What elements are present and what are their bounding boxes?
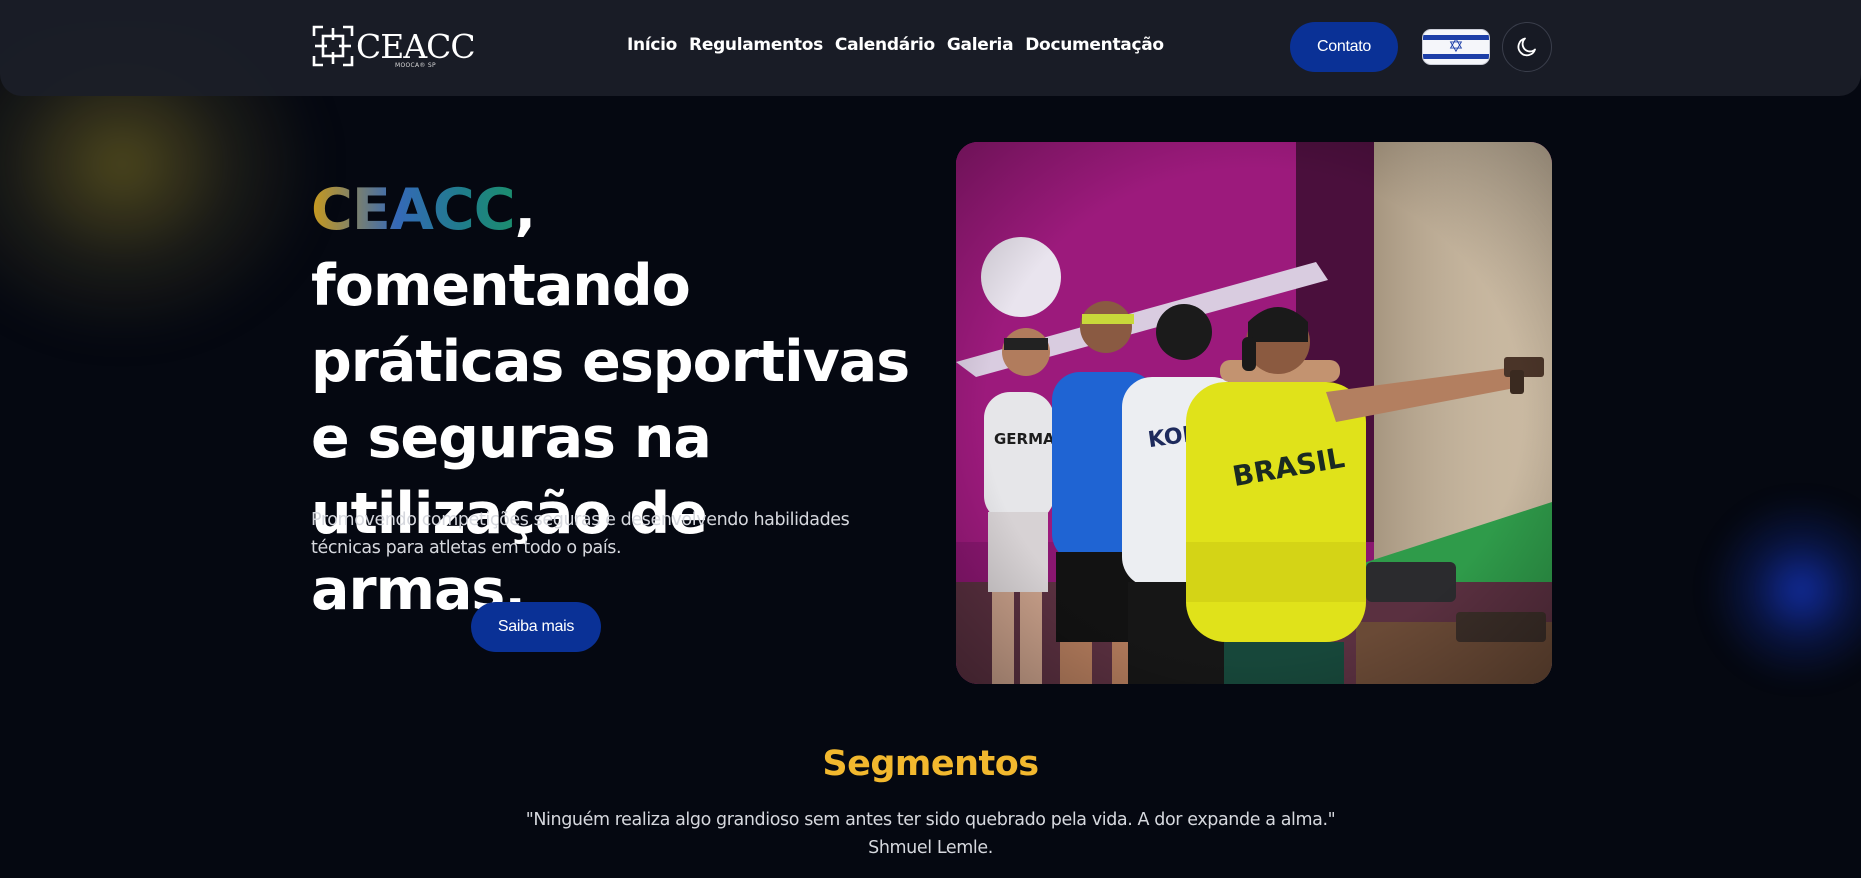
contact-button[interactable]: Contato [1290,22,1398,72]
moon-icon [1517,37,1536,57]
nav-galeria[interactable]: Galeria [947,35,1014,55]
segments-title: Segmentos [822,744,1039,784]
nav-inicio[interactable]: Início [627,35,677,55]
hero-subtitle: Promovendo competições seguras e desenvo… [311,510,850,558]
logo[interactable]: CEACC MOOCA® SP [311,24,476,69]
israel-flag-icon[interactable]: ✡ [1422,29,1490,65]
learn-more-button[interactable]: Saiba mais [471,602,601,652]
quote-text: "Ninguém realiza algo grandioso sem ante… [525,810,1336,830]
shooting-competition-photo: GERMAN KOREA BRASIL [956,142,1552,684]
background-glow-blue [1701,500,1861,680]
main-nav: Início Regulamentos Calendário Galeria D… [627,35,1164,55]
crosshair-logo-icon [312,25,354,67]
nav-regulamentos[interactable]: Regulamentos [689,35,823,55]
hero-image: GERMAN KOREA BRASIL [956,142,1552,684]
site-header: CEACC MOOCA® SP Início Regulamentos Cale… [0,0,1861,96]
logo-subtext: MOOCA® SP [395,62,436,69]
quote-author: Shmuel Lemle. [868,838,993,858]
theme-toggle-button[interactable] [1502,22,1552,72]
hero-title-highlight: CEACC [311,177,516,243]
segments-quote: "Ninguém realiza algo grandioso sem ante… [0,806,1861,862]
logo-text: CEACC [356,26,476,66]
nav-calendario[interactable]: Calendário [835,35,935,55]
nav-documentacao[interactable]: Documentação [1025,35,1164,55]
star-of-david-icon: ✡ [1448,35,1464,58]
